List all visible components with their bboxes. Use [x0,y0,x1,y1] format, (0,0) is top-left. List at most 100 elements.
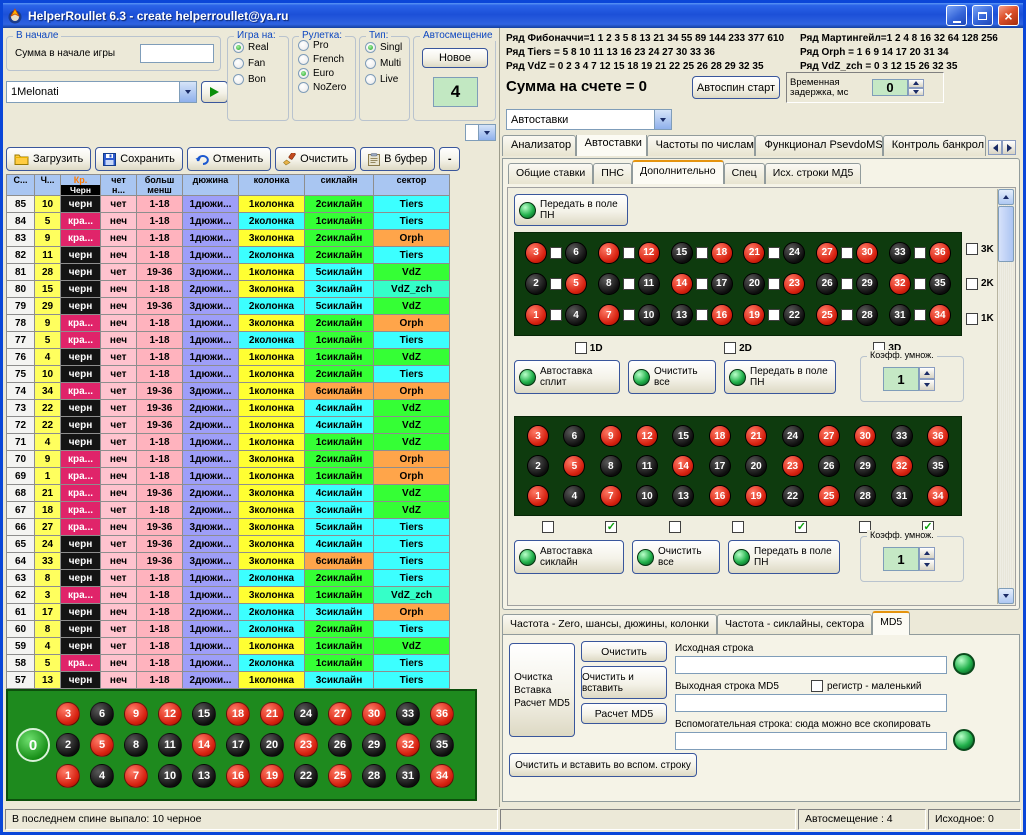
felt-number-8[interactable]: 8 [124,733,148,757]
table-row[interactable]: 7322чернчет19-362дюжи...1колонка4сиклайн… [7,400,450,417]
split-checkbox[interactable] [623,278,635,290]
output-string-input[interactable] [675,694,947,712]
bet-number-17[interactable]: 17 [711,273,733,295]
save-button[interactable]: Сохранить [95,147,183,171]
felt-number-2[interactable]: 2 [56,733,80,757]
table-row[interactable]: 8015черннеч1-182дюжи...3колонка3сиклайнV… [7,281,450,298]
play-button[interactable] [201,81,228,103]
table-row[interactable]: 7222чернчет19-362дюжи...1колонка4сиклайн… [7,417,450,434]
sixline-checkbox-3[interactable] [669,521,681,533]
felt-number-14[interactable]: 14 [192,733,216,757]
bet-number-7[interactable]: 7 [598,304,620,326]
bet-number-13[interactable]: 13 [671,304,693,326]
tab-sub-5[interactable]: Исх. строки МД5 [765,163,862,184]
bet-number-14[interactable]: 14 [671,273,693,295]
chevron-down-icon[interactable] [654,110,671,129]
minus-button[interactable]: - [439,147,460,171]
bet-number-22[interactable]: 22 [783,304,805,326]
bet-number-18[interactable]: 18 [709,425,731,447]
tab-bottom-2[interactable]: Частота - сиклайны, сектора [717,614,872,635]
transfer-to-pn-button[interactable]: Передать в поле ПН [728,540,840,574]
tab-bottom-3[interactable]: MD5 [872,611,910,635]
bet-number-20[interactable]: 20 [745,455,767,477]
bet-number-9[interactable]: 9 [600,425,622,447]
bet-number-11[interactable]: 11 [638,273,660,295]
md5-clear-and-paste-button[interactable]: Очистить и вставить [581,666,667,699]
split-checkbox[interactable] [914,247,926,259]
felt-number-33[interactable]: 33 [396,702,420,726]
table-row[interactable]: 789кра...неч1-181дюжи...3колонка2сиклайн… [7,315,450,332]
felt-number-9[interactable]: 9 [124,702,148,726]
bet-number-14[interactable]: 14 [672,455,694,477]
bet-number-6[interactable]: 6 [563,425,585,447]
felt-number-5[interactable]: 5 [90,733,114,757]
bet-number-3[interactable]: 3 [525,242,547,264]
split-checkbox[interactable] [914,278,926,290]
felt-number-1[interactable]: 1 [56,764,80,788]
bet-number-9[interactable]: 9 [598,242,620,264]
bet-number-33[interactable]: 33 [891,425,913,447]
radio-bon[interactable]: Bon [233,74,283,85]
felt-number-12[interactable]: 12 [158,702,182,726]
table-row[interactable]: 775кра...неч1-181дюжи...2колонка1сиклайн… [7,332,450,349]
bet-number-1[interactable]: 1 [527,485,549,507]
table-row[interactable]: 6627кра...неч19-363дюжи...3колонка5сикла… [7,519,450,536]
autobets-combo[interactable]: Автоставки [506,109,672,130]
bet-number-6[interactable]: 6 [565,242,587,264]
split-checkbox[interactable] [768,309,780,321]
bet-number-8[interactable]: 8 [598,273,620,295]
radio-nozero[interactable]: NoZero [298,82,350,93]
split-checkbox[interactable] [914,309,926,321]
spinner-down-button[interactable] [908,88,924,97]
dozen-checkbox-2d[interactable] [724,342,736,354]
tab-bottom-1[interactable]: Частота - Zero, шансы, дюжины, колонки [502,614,717,635]
column-checkbox-2k[interactable] [966,278,978,290]
chevron-down-icon[interactable] [478,125,495,140]
felt-number-20[interactable]: 20 [260,733,284,757]
split-checkbox[interactable] [696,247,708,259]
bet-number-5[interactable]: 5 [565,273,587,295]
sixline-checkbox-4[interactable] [732,521,744,533]
felt-number-25[interactable]: 25 [328,764,352,788]
bet-number-4[interactable]: 4 [563,485,585,507]
column-checkbox-1k[interactable] [966,313,978,325]
bet-number-23[interactable]: 23 [783,273,805,295]
table-row[interactable]: 6433черннеч19-363дюжи...3колонка6сиклайн… [7,553,450,570]
felt-number-31[interactable]: 31 [396,764,420,788]
table-row[interactable]: 608чернчет1-181дюжи...2колонка2сиклайнTi… [7,621,450,638]
close-button[interactable]: × [998,5,1019,26]
bet-number-35[interactable]: 35 [927,455,949,477]
radio-singl[interactable]: Singl [365,42,404,53]
tab-main-4[interactable]: Функционал PsevdoMS [755,135,882,156]
bet-number-36[interactable]: 36 [929,242,951,264]
felt-number-16[interactable]: 16 [226,764,250,788]
bet-number-17[interactable]: 17 [709,455,731,477]
clear-paste-aux-button[interactable]: Очистить и вставить во вспом. строку [509,753,697,777]
bet-number-26[interactable]: 26 [818,455,840,477]
felt-number-36[interactable]: 36 [430,702,454,726]
bet-number-13[interactable]: 13 [672,485,694,507]
bet-number-12[interactable]: 12 [638,242,660,264]
felt-number-22[interactable]: 22 [294,764,318,788]
felt-number-17[interactable]: 17 [226,733,250,757]
table-row[interactable]: 8510чернчет1-181дюжи...1колонка2сиклайнT… [7,196,450,213]
spinner-down-button[interactable] [919,559,935,571]
bet-number-15[interactable]: 15 [671,242,693,264]
radio-real[interactable]: Real [233,42,283,53]
bet-number-29[interactable]: 29 [856,273,878,295]
coef-spinner[interactable]: 1 [883,367,935,391]
split-checkbox[interactable] [841,247,853,259]
bet-number-34[interactable]: 34 [929,304,951,326]
felt-number-32[interactable]: 32 [396,733,420,757]
bet-number-32[interactable]: 32 [889,273,911,295]
bet-number-25[interactable]: 25 [816,304,838,326]
bet-number-2[interactable]: 2 [527,455,549,477]
chevron-down-icon[interactable] [179,82,196,102]
coef-spinner[interactable]: 1 [883,547,935,571]
radio-live[interactable]: Live [365,74,404,85]
felt-number-4[interactable]: 4 [90,764,114,788]
preset-combo[interactable]: 1Melonati [6,81,197,103]
bet-number-19[interactable]: 19 [745,485,767,507]
radio-pro[interactable]: Pro [298,40,350,51]
spins-table[interactable]: С... Ч... Кр.Черн четн... большменш дюжи… [6,174,450,706]
